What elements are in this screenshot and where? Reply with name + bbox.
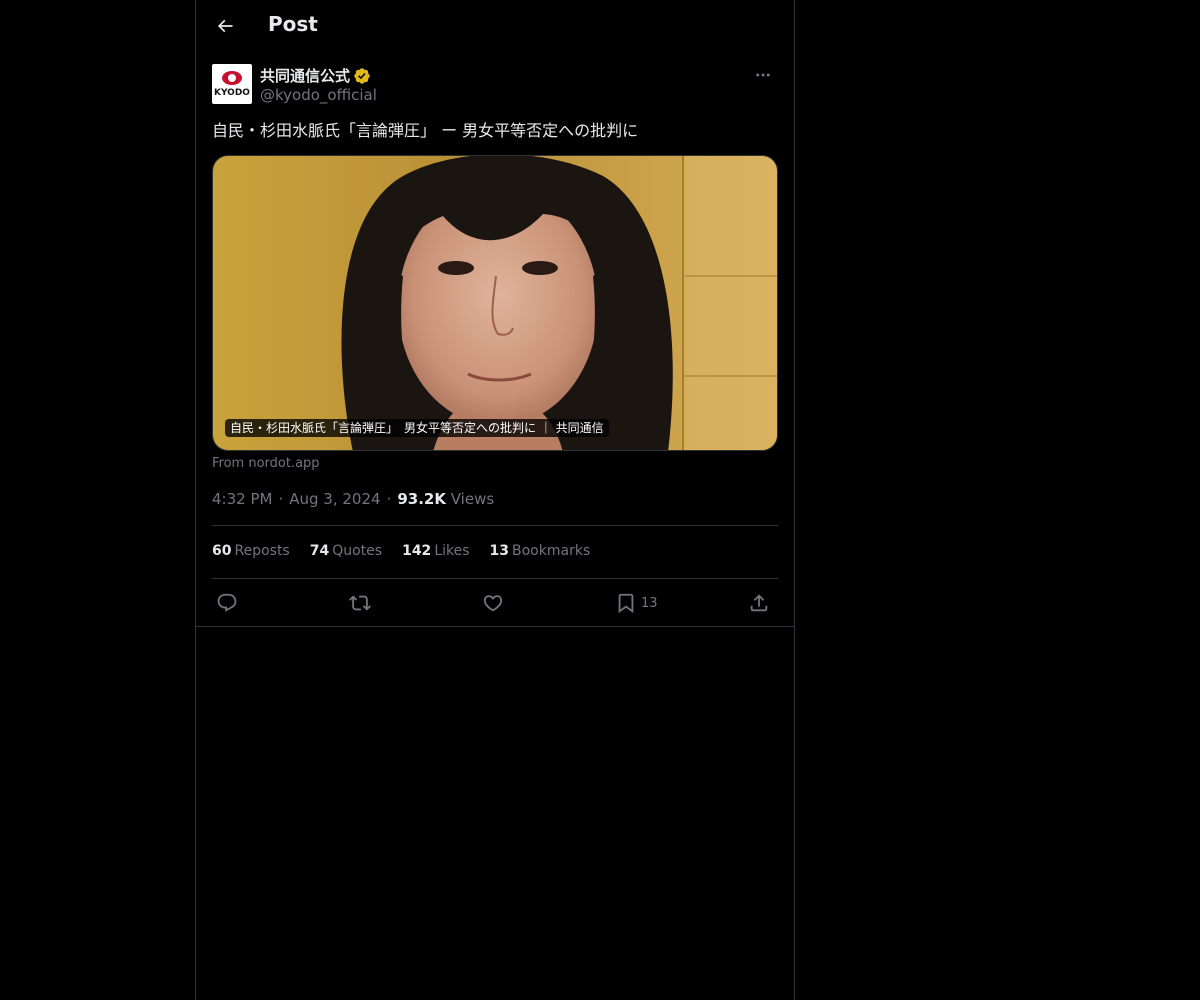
reply-button[interactable] xyxy=(216,590,238,616)
author-handle[interactable]: @kyodo_official xyxy=(260,86,377,104)
bookmark-button[interactable]: 13 xyxy=(615,590,658,616)
repost-button[interactable] xyxy=(349,590,371,616)
share-button[interactable] xyxy=(748,590,770,616)
reply-icon xyxy=(217,593,237,612)
post-time[interactable]: 4:32 PM xyxy=(212,490,272,508)
more-options-button[interactable] xyxy=(748,64,778,86)
bookmark-count: 13 xyxy=(641,595,658,611)
action-bar: 13 xyxy=(212,590,778,616)
repost-icon xyxy=(349,595,371,611)
kyodo-logo-icon xyxy=(222,71,242,85)
views-count: 93.2K xyxy=(397,490,446,508)
share-icon xyxy=(750,594,768,612)
author-row: KYODO 共同通信公式 @kyodo_official xyxy=(212,64,778,106)
more-dots-icon xyxy=(756,73,770,77)
divider xyxy=(212,525,778,526)
stat-quotes[interactable]: 74 Quotes xyxy=(310,543,382,559)
author-display-name[interactable]: 共同通信公式 xyxy=(260,65,371,86)
card-source[interactable]: From nordot.app xyxy=(212,456,320,471)
arrow-left-icon xyxy=(217,19,233,33)
back-button[interactable] xyxy=(208,9,242,43)
post-date[interactable]: Aug 3, 2024 xyxy=(289,490,380,508)
engagement-stats: 60 Reposts 74 Quotes 142 Likes 13 Bookmarks xyxy=(212,543,610,559)
verified-badge-icon xyxy=(354,67,370,84)
tweet-text: 自民・杉田水脈氏「言論弾圧」 ー 男女平等否定への批判に xyxy=(212,121,639,140)
author-name-text: 共同通信公式 xyxy=(260,67,351,85)
bookmark-icon xyxy=(618,593,634,614)
divider xyxy=(196,626,794,627)
stat-bookmarks[interactable]: 13 Bookmarks xyxy=(490,543,591,559)
like-button[interactable] xyxy=(482,590,504,616)
heart-icon xyxy=(483,595,503,612)
divider xyxy=(212,578,778,579)
avatar[interactable]: KYODO xyxy=(212,64,252,104)
link-card-image[interactable]: 自民・杉田水脈氏「言論弾圧」 男女平等否定への批判に ｜ 共同通信 xyxy=(212,155,778,451)
portrait-photo xyxy=(213,156,777,450)
post-column: Post KYODO 共同通信公式 @kyodo_official 自民・杉田水… xyxy=(195,0,795,1000)
views-label: Views xyxy=(450,490,495,508)
post-header: Post xyxy=(196,0,794,53)
card-caption: 自民・杉田水脈氏「言論弾圧」 男女平等否定への批判に ｜ 共同通信 xyxy=(225,419,609,437)
post-meta: 4:32 PM · Aug 3, 2024 · 93.2K Views xyxy=(212,490,495,508)
avatar-logo-text: KYODO xyxy=(214,88,250,98)
page-title: Post xyxy=(268,12,318,36)
stat-likes[interactable]: 142 Likes xyxy=(402,543,469,559)
stat-reposts[interactable]: 60 Reposts xyxy=(212,543,290,559)
